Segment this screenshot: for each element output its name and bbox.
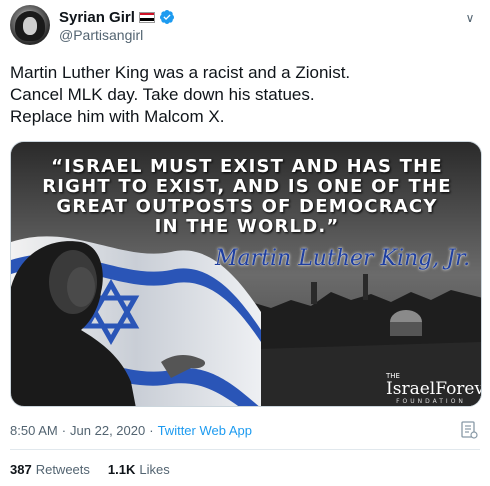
user-handle[interactable]: @Partisangirl bbox=[59, 27, 143, 43]
brand-subtitle: FOUNDATION bbox=[396, 398, 466, 405]
verified-badge-icon bbox=[159, 10, 174, 24]
media-signature: Martin Luther King, Jr. bbox=[215, 246, 471, 271]
tweet-stats: 387 Retweets 1.1K Likes bbox=[10, 460, 188, 478]
tweet-text-line: Cancel MLK day. Take down his statues. bbox=[10, 85, 315, 104]
chevron-down-icon[interactable]: ∨ bbox=[462, 10, 478, 26]
likes-count: 1.1K bbox=[107, 461, 136, 477]
meta-separator: · bbox=[149, 422, 154, 438]
tweet-time[interactable]: 8:50 AM bbox=[10, 423, 58, 438]
retweets-label: Retweets bbox=[35, 461, 90, 477]
media-quote: “Israel must exist and has the right to … bbox=[29, 157, 465, 237]
retweets-count: 387 bbox=[10, 461, 32, 477]
divider bbox=[10, 449, 480, 450]
media-quote-line: great outposts of democracy bbox=[56, 196, 438, 217]
brand-logo-text: IsraelForever bbox=[386, 379, 481, 399]
likes-label: Likes bbox=[139, 461, 170, 477]
avatar[interactable] bbox=[10, 5, 50, 45]
likes-stat[interactable]: 1.1K Likes bbox=[108, 462, 170, 477]
tweet-text-line: Replace him with Malcom X. bbox=[10, 107, 225, 126]
tweet-card: Syrian Girl @Partisangirl ∨ Martin Luthe… bbox=[0, 0, 490, 486]
media-quote-line: in the world.” bbox=[154, 216, 340, 237]
tweet-date[interactable]: Jun 22, 2020 bbox=[70, 423, 145, 438]
retweets-stat[interactable]: 387 Retweets bbox=[10, 462, 90, 477]
tweet-text: Martin Luther King was a racist and a Zi… bbox=[10, 62, 480, 128]
tweet-source-link[interactable]: Twitter Web App bbox=[158, 423, 252, 438]
name-row[interactable]: Syrian Girl bbox=[59, 8, 175, 26]
tweet-media-image[interactable]: “Israel must exist and has the right to … bbox=[10, 141, 482, 407]
media-quote-line: right to exist, and is one of the bbox=[42, 176, 452, 197]
tweet-meta: 8:50 AM · Jun 22, 2020 · Twitter Web App bbox=[10, 421, 252, 439]
media-quote-line: “Israel must exist and has the bbox=[51, 156, 443, 177]
tweet-header: Syrian Girl @Partisangirl ∨ bbox=[0, 0, 490, 52]
tweet-text-line: Martin Luther King was a racist and a Zi… bbox=[10, 63, 351, 82]
share-analytics-icon[interactable] bbox=[460, 421, 478, 439]
syria-flag-icon bbox=[138, 11, 155, 23]
meta-separator: · bbox=[61, 422, 67, 438]
display-name[interactable]: Syrian Girl bbox=[59, 9, 135, 26]
